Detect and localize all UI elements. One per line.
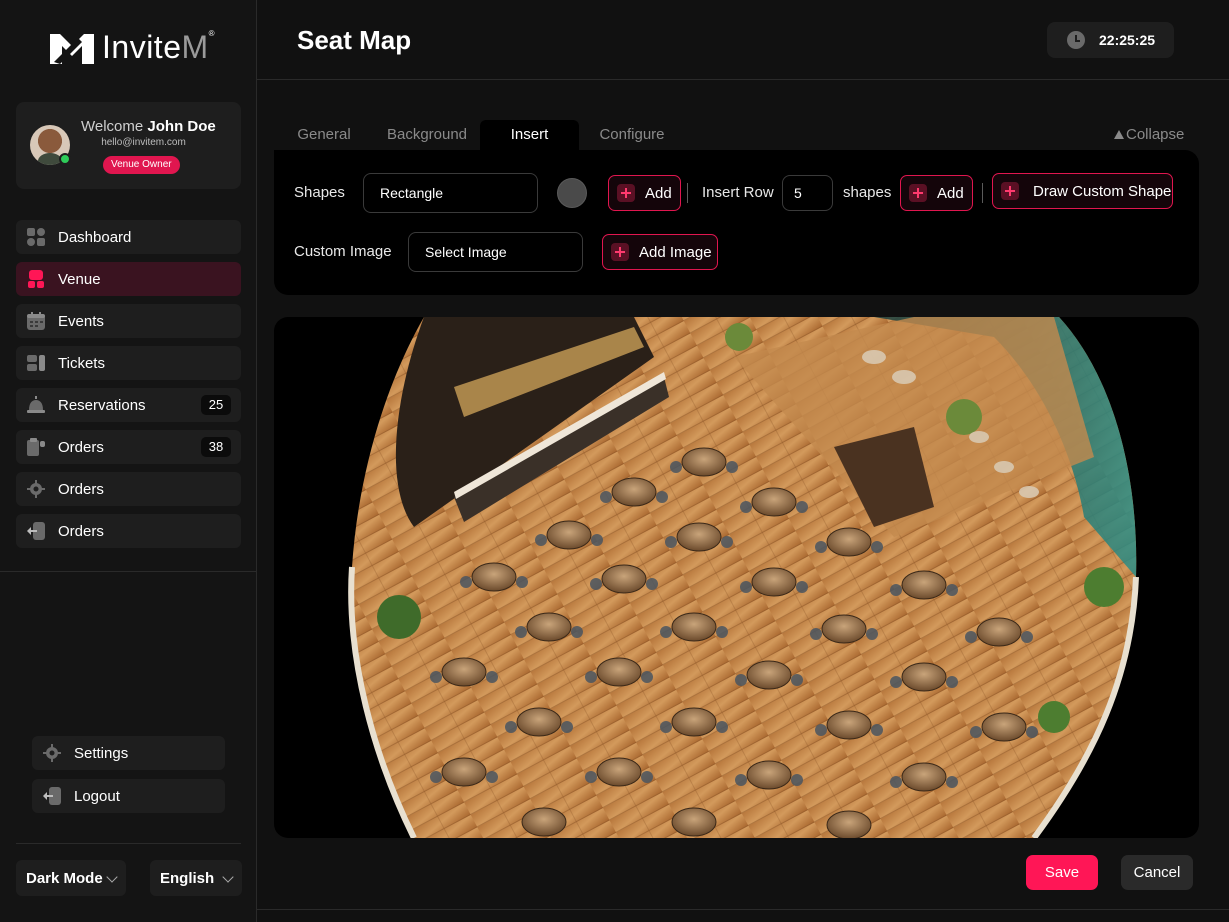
add-shape-button[interactable]: Add (608, 175, 681, 211)
welcome-text: Welcome John Doe (81, 118, 216, 135)
collapse-label: Collapse (1126, 126, 1185, 143)
sidebar-item-label: Events (58, 312, 104, 330)
theme-select[interactable]: Dark Mode (16, 860, 126, 896)
gear-icon (27, 480, 45, 498)
add-image-label: Add Image (639, 243, 712, 261)
theme-value: Dark Mode (26, 869, 103, 887)
seat-map-canvas[interactable] (274, 317, 1199, 838)
sidebar-item-label: Tickets (58, 354, 105, 372)
orders-count-badge: 38 (201, 437, 231, 457)
plus-icon (909, 184, 927, 202)
save-button[interactable]: Save (1026, 855, 1098, 890)
sidebar-item-orders-exit[interactable]: Orders (16, 514, 241, 548)
add-shape-label: Add (645, 184, 672, 202)
sidebar-item-orders[interactable]: Orders 38 (16, 430, 241, 464)
collapse-button[interactable]: Collapse (1114, 126, 1184, 143)
plus-icon (611, 243, 629, 261)
select-image-field[interactable]: Select Image (408, 232, 583, 272)
sidebar-item-label: Logout (74, 787, 120, 805)
shape-select[interactable]: Rectangle (363, 173, 538, 213)
footer-divider (257, 909, 1229, 910)
draw-custom-shape-button[interactable]: Draw Custom Shape (992, 173, 1173, 209)
topbar: Seat Map 22:25:25 (257, 0, 1229, 80)
tab-general[interactable]: General (274, 120, 374, 150)
toolbar-separator (982, 183, 983, 203)
exit-icon (27, 522, 45, 540)
welcome-label: Welcome (81, 118, 144, 135)
orders-icon (27, 438, 45, 456)
sidebar-item-label: Orders (58, 438, 104, 456)
gear-icon (43, 744, 61, 762)
sidebar-item-label: Dashboard (58, 228, 132, 246)
brand-logo[interactable]: InviteM® (48, 28, 215, 66)
clock-widget: 22:25:25 (1047, 22, 1174, 58)
tab-configure[interactable]: Configure (584, 120, 680, 150)
ticket-icon (27, 355, 45, 371)
reservations-count-badge: 25 (201, 395, 231, 415)
sidebar-item-dashboard[interactable]: Dashboard (16, 220, 241, 254)
language-select[interactable]: English (150, 860, 242, 896)
logo-mark-icon (50, 34, 94, 64)
bell-icon (27, 396, 45, 413)
chevron-down-icon (222, 871, 234, 883)
tab-insert[interactable]: Insert (480, 120, 579, 150)
logout-icon (43, 787, 61, 805)
app-root: InviteM® Welcome John Doe hello@invitem.… (0, 0, 1229, 922)
brand-name-main: Invite (102, 28, 182, 65)
draw-custom-shape-label: Draw Custom Shape (1033, 182, 1172, 200)
user-name: John Doe (147, 118, 216, 135)
add-image-button[interactable]: Add Image (602, 234, 718, 270)
custom-image-label: Custom Image (294, 243, 392, 260)
role-badge: Venue Owner (103, 156, 180, 174)
shapes-label: Shapes (294, 184, 345, 201)
sidebar-divider-bottom (16, 843, 241, 844)
shape-color-picker[interactable] (557, 178, 587, 208)
calendar-icon (27, 312, 45, 330)
sidebar-item-events[interactable]: Events (16, 304, 241, 338)
language-value: English (160, 869, 215, 887)
venue-floor-image (348, 317, 1139, 838)
sidebar-item-logout[interactable]: Logout (32, 779, 225, 813)
row-count-input[interactable]: 5 (782, 175, 833, 211)
toolbar-separator (687, 183, 688, 203)
page-title: Seat Map (297, 25, 412, 55)
tab-background[interactable]: Background (378, 120, 476, 150)
sidebar-item-orders-settings[interactable]: Orders (16, 472, 241, 506)
sidebar-nav: Dashboard Venue Events Tickets Reservati… (16, 220, 241, 556)
shapes-suffix-label: shapes (843, 184, 892, 201)
sidebar-item-label: Orders (58, 522, 104, 540)
sidebar-item-venue[interactable]: Venue (16, 262, 241, 296)
online-status-icon (59, 153, 71, 165)
chevron-down-icon (106, 871, 118, 883)
clock-icon (1067, 31, 1085, 49)
user-email: hello@invitem.com (101, 137, 186, 148)
sidebar-item-label: Venue (58, 270, 101, 288)
clock-time: 22:25:25 (1099, 32, 1156, 48)
add-row-label: Add (937, 184, 964, 202)
sidebar-divider (0, 571, 256, 572)
plus-icon (617, 184, 635, 202)
sidebar-item-label: Settings (74, 744, 129, 762)
profile-card[interactable]: Welcome John Doe hello@invitem.com Venue… (16, 102, 241, 189)
venue-icon (28, 270, 44, 288)
insert-row-label: Insert Row (702, 184, 774, 201)
brand-trademark: ® (208, 28, 216, 38)
sidebar-item-label: Reservations (58, 396, 146, 414)
grid-icon (27, 228, 45, 246)
insert-panel: Shapes Rectangle Add Insert Row 5 shapes… (274, 150, 1199, 295)
draw-shape-icon (1001, 182, 1019, 200)
sidebar-item-label: Orders (58, 480, 104, 498)
brand-name-accent: M (181, 28, 209, 65)
sidebar-item-reservations[interactable]: Reservations 25 (16, 388, 241, 422)
sidebar: InviteM® Welcome John Doe hello@invitem.… (0, 0, 257, 922)
brand-name: InviteM® (102, 29, 215, 66)
sidebar-item-settings[interactable]: Settings (32, 736, 225, 770)
cancel-button[interactable]: Cancel (1121, 855, 1193, 890)
sidebar-item-tickets[interactable]: Tickets (16, 346, 241, 380)
add-row-button[interactable]: Add (900, 175, 973, 211)
sidebar-bottom-nav: Settings Logout (32, 736, 225, 822)
